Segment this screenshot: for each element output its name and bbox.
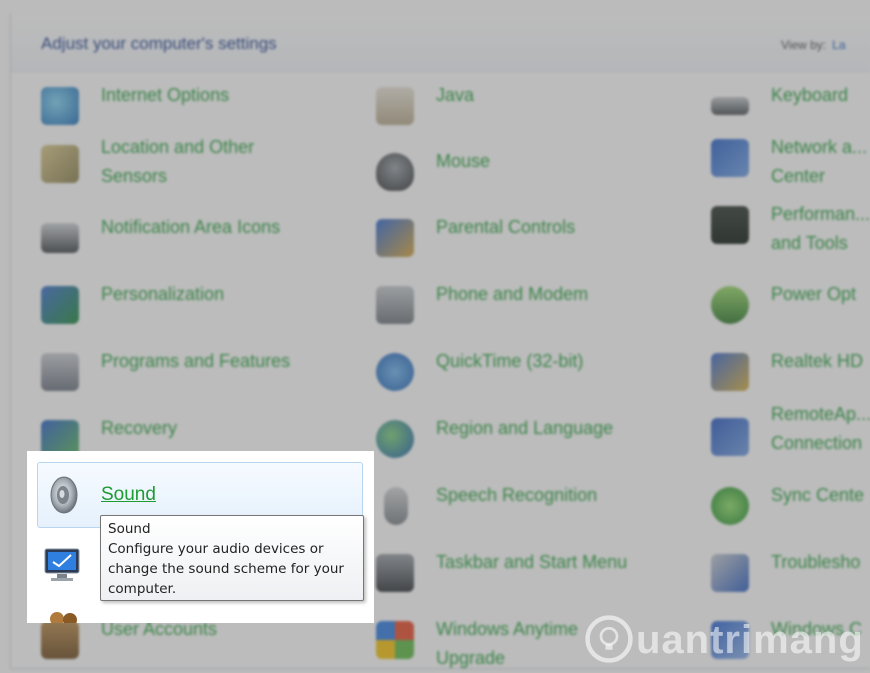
troubleshoot-icon [711,554,749,592]
item-label: Region and Language [436,418,614,438]
speaker-icon [50,476,78,514]
globe-icon [41,87,79,125]
item-label: Location and Other Sensors [101,137,255,186]
item-label: Speech Recognition [436,485,598,505]
taskbar-icon [41,223,79,253]
item-label: Mouse [436,151,491,171]
control-panel-header: Adjust your computer's settings View by:… [11,14,870,72]
remote-desktop-icon [711,418,749,456]
item-label: Parental Controls [436,217,576,237]
item-label: QuickTime (32-bit) [436,351,584,371]
tooltip-title: Sound [108,521,151,537]
view-by-label: View by: [781,38,827,52]
item-label: Personalization [101,284,225,304]
parental-icon [376,219,414,257]
sound-link[interactable]: Sound [101,484,156,506]
view-by-dropdown[interactable]: La [832,38,845,52]
sound-tooltip: Sound Configure your audio devices or ch… [100,515,364,601]
programs-icon [41,353,79,391]
keyboard-icon [711,97,749,115]
map-icon [41,145,79,183]
quicktime-icon [376,353,414,391]
item-label: Performan... and Tools [771,204,870,253]
item-label: Phone and Modem [436,284,589,304]
item-label: Taskbar and Start Menu [436,552,628,572]
item-label: Realtek HD [771,351,864,371]
monitor-icon [41,286,79,324]
item-label: Programs and Features [101,351,291,371]
performance-icon [711,206,749,244]
page-title: Adjust your computer's settings [41,34,277,53]
item-label: Network a... Center [771,137,868,186]
windows-flag-icon [711,621,749,659]
control-panel-window: Adjust your computer's settings View by:… [0,0,870,673]
item-label: Java [436,85,475,105]
power-icon [711,286,749,324]
phone-icon [376,286,414,324]
windows-logo-icon [376,621,414,659]
item-label: Recovery [101,418,178,438]
globe-clock-icon [376,420,414,458]
view-by: View by: La [781,38,846,52]
users-partial-icon [50,612,77,623]
item-label: Internet Options [101,85,230,105]
taskbar-start-icon [376,554,414,592]
item-label: Power Opt [771,284,857,304]
users-icon [41,621,79,659]
java-icon [376,87,414,125]
item-label: Troublesho [771,552,861,572]
speaker-panel-icon [711,353,749,391]
item-label: Notification Area Icons [101,217,281,237]
tooltip-description: Configure your audio devices or change t… [108,541,344,597]
item-label: Keyboard [771,85,849,105]
item-label: RemoteAp... Connection [771,404,870,453]
item-label: Sync Cente [771,485,865,505]
mouse-icon [376,153,414,191]
microphone-icon [384,487,408,525]
item-label: Windows C [771,619,863,639]
network-icon [711,139,749,177]
sync-icon [711,487,749,525]
display-icon [44,548,80,581]
item-label: Windows Anytime Upgrade [436,619,579,668]
